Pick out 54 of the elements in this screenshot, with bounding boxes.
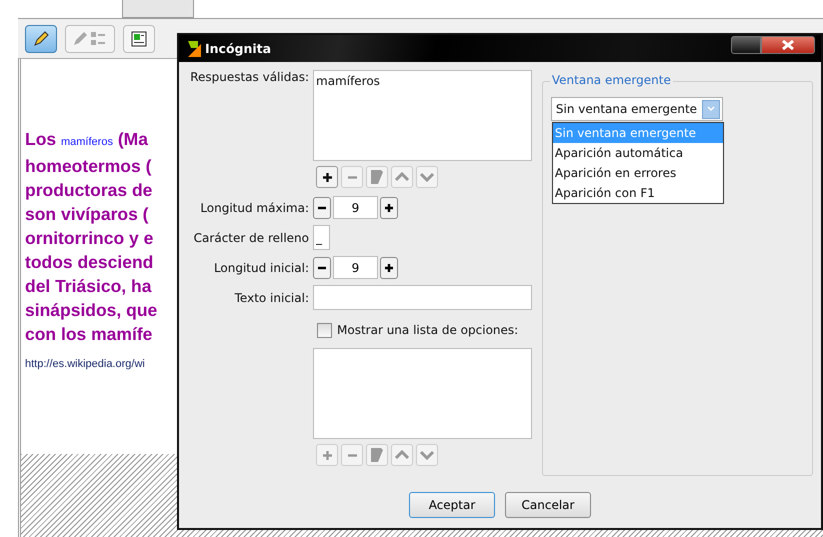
number-field[interactable]: 9 [333, 256, 378, 279]
increase-button[interactable] [380, 196, 398, 218]
field-label: Longitud máxima: [199, 200, 310, 214]
checkbox[interactable] [317, 322, 332, 338]
checkbox-label: Mostrar una lista de opciones: [337, 323, 518, 337]
group-title: Ventana emergente [550, 73, 673, 87]
list-item[interactable]: mamíferos [316, 74, 529, 88]
plus-icon [384, 262, 394, 272]
decrease-button[interactable] [313, 196, 331, 218]
tab[interactable] [122, 0, 194, 18]
cancel-button[interactable]: Cancelar [505, 492, 591, 518]
decrease-button[interactable] [313, 256, 331, 278]
window-title: Incógnita [205, 41, 272, 56]
text-line: ornitorrinco y e [25, 227, 154, 250]
text-line: sinápsidos, que [25, 299, 158, 322]
plus-icon [322, 450, 332, 460]
edit-button[interactable] [25, 25, 57, 53]
accept-button[interactable]: Aceptar [409, 492, 495, 518]
close-button[interactable] [761, 36, 815, 54]
app-icon [187, 40, 203, 58]
number-field[interactable]: 9 [333, 196, 378, 219]
dropdown-option[interactable]: Aparición automática [552, 143, 723, 163]
fill-char-field[interactable]: _ [313, 225, 330, 250]
field-label: Texto inicial: [234, 290, 310, 304]
add-button[interactable] [316, 166, 338, 188]
link[interactable]: mamíferos [60, 136, 113, 148]
text-line: homeotermos ( [25, 155, 152, 178]
source-url: http://es.wikipedia.org/wi [25, 358, 145, 370]
popup-dropdown[interactable]: Sin ventana emergente [550, 97, 723, 121]
text-line: son vivíparos ( [25, 203, 149, 226]
close-icon [781, 40, 795, 50]
text-line: del Triásico, ha [25, 275, 152, 298]
text-line: todos desciend [25, 251, 154, 274]
dropdown-option[interactable]: Aparición en errores [552, 163, 723, 183]
document-button[interactable] [123, 25, 155, 53]
initial-text-field[interactable] [313, 285, 532, 310]
field-label: Longitud inicial: [212, 260, 310, 274]
pencil-icon [32, 30, 50, 48]
answers-list[interactable]: mamíferos [313, 70, 532, 161]
dropdown-option[interactable]: Aparición con F1 [552, 183, 723, 203]
edit-icon [370, 169, 384, 185]
plus-icon [322, 172, 332, 182]
document-icon [131, 31, 147, 47]
text-line: productoras de [25, 179, 152, 202]
text-line: con los mamífe [25, 323, 152, 346]
pencil-list-icon [72, 30, 108, 48]
field-label: Respuestas válidas: [189, 70, 310, 84]
text-line: Los mamíferos (Ma [25, 128, 148, 151]
increase-button[interactable] [380, 256, 398, 278]
field-label: Carácter de relleno [192, 230, 310, 244]
plus-icon [384, 202, 394, 212]
options-list[interactable] [313, 348, 532, 439]
minimize-button[interactable] [731, 36, 761, 54]
edit-icon [370, 447, 384, 463]
